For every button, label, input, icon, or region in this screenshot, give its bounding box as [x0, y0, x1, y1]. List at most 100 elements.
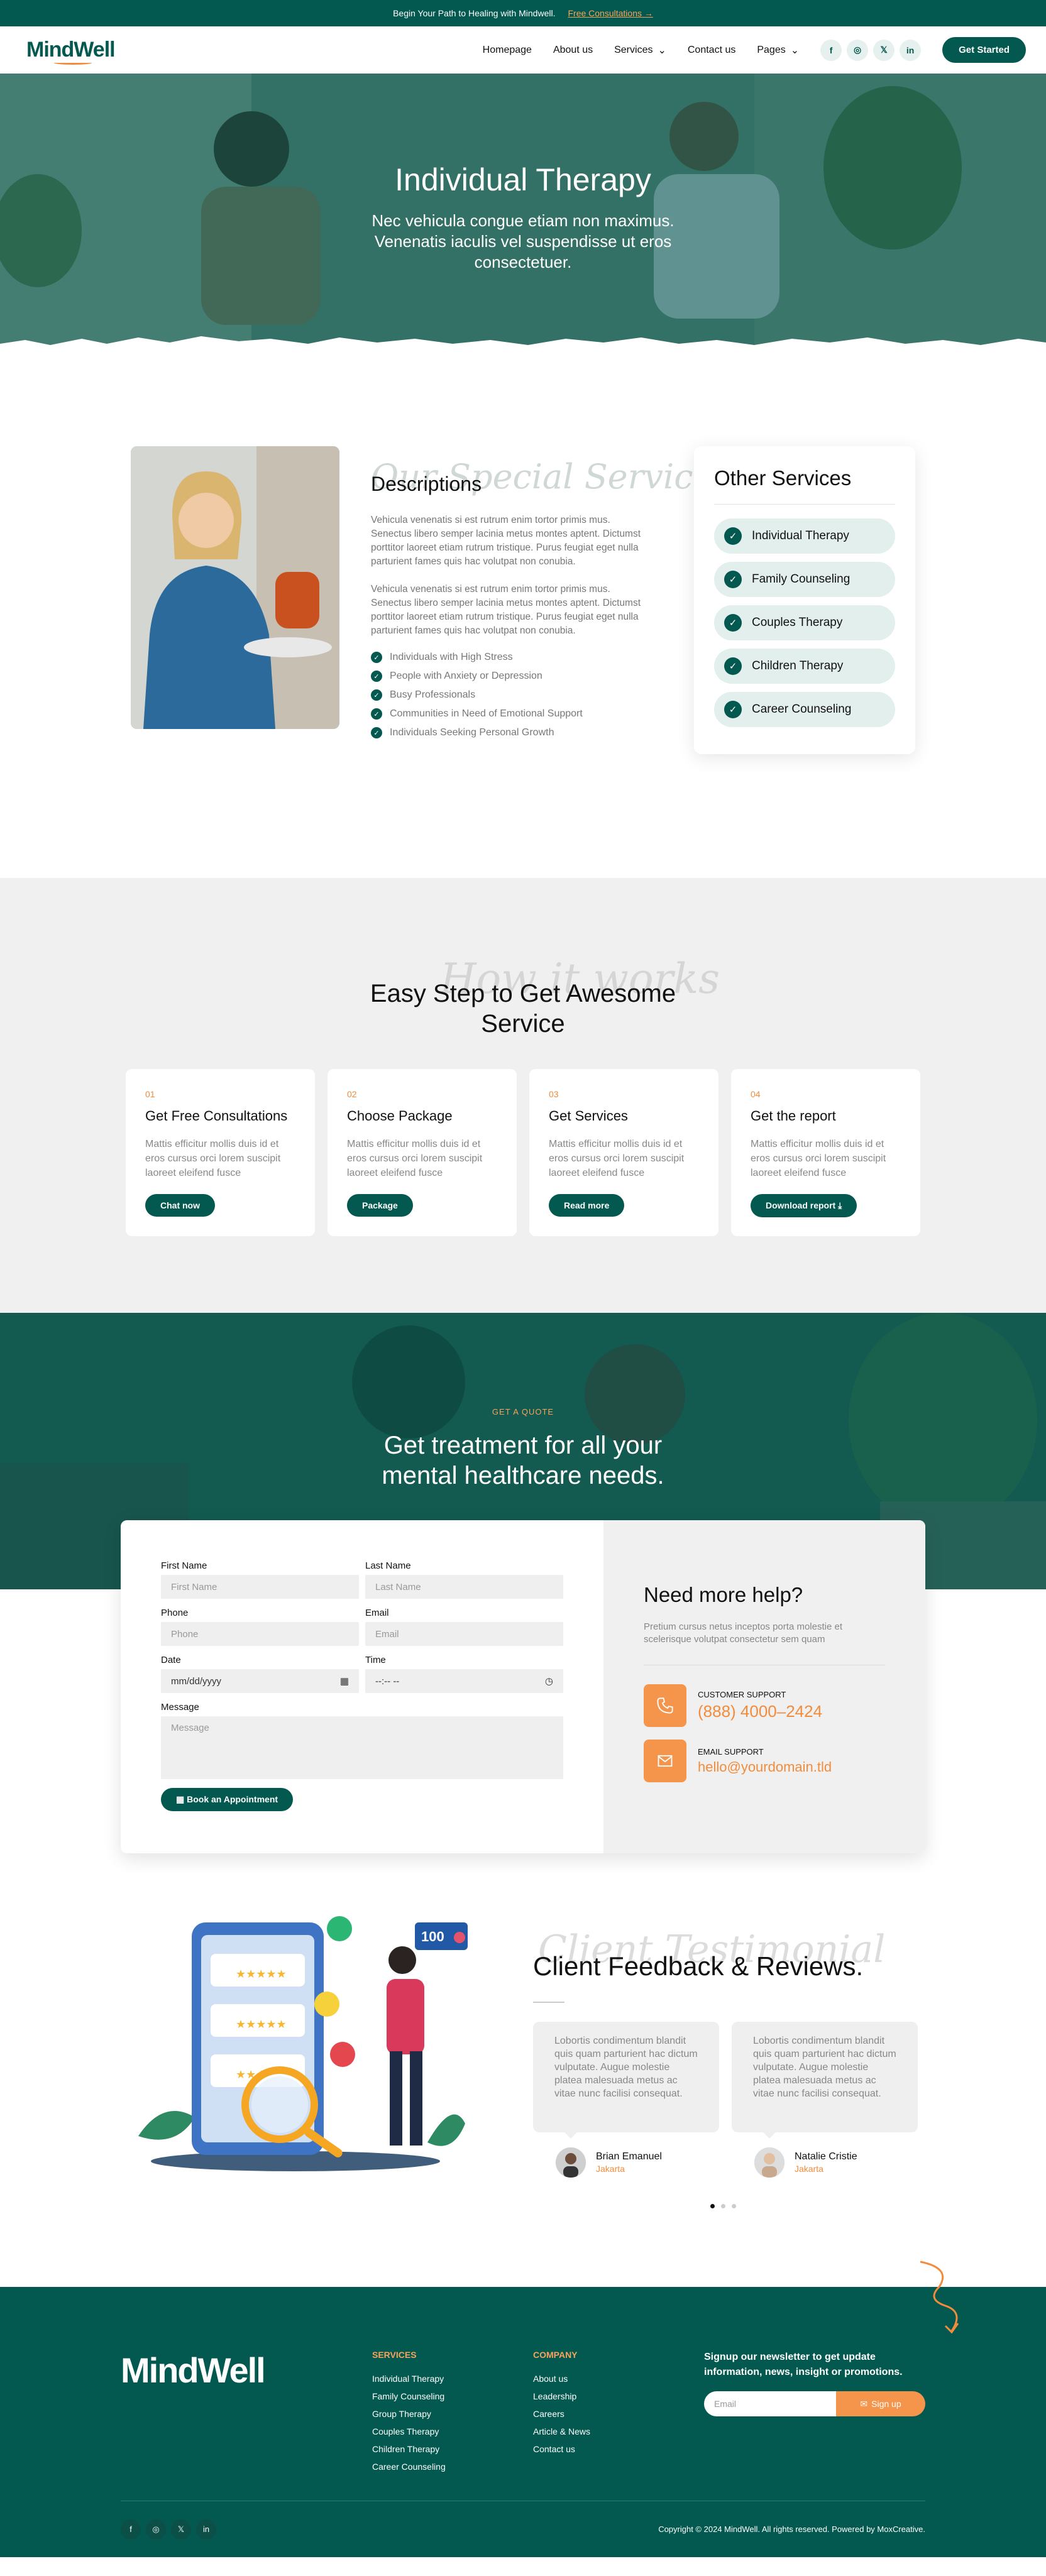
announcement-text: Begin Your Path to Healing with Mindwell…: [393, 8, 556, 18]
quote-tag: GET A QUOTE: [492, 1407, 554, 1417]
steps-title: Easy Step to Get Awesome Service: [370, 980, 676, 1038]
service-item[interactable]: ✓ Children Therapy: [714, 649, 895, 684]
time-field[interactable]: --:-- -- ◷: [365, 1669, 563, 1693]
check-icon: ✓: [724, 527, 742, 545]
quote-section: GET A QUOTE Get treatment for all your m…: [0, 1313, 1046, 1878]
email-field[interactable]: Email: [365, 1622, 563, 1646]
check-icon: ✓: [724, 657, 742, 675]
check-icon: ✓: [371, 708, 382, 720]
copyright: Copyright © 2024 MindWell. All rights re…: [658, 2524, 925, 2534]
first-name-field[interactable]: First Name: [161, 1575, 359, 1599]
newsletter-email-field[interactable]: Email: [704, 2391, 836, 2416]
instagram-icon[interactable]: ◎: [146, 2519, 166, 2540]
footer-link[interactable]: Careers: [533, 2409, 590, 2419]
step-card: 02 Choose Package Mattis efficitur molli…: [328, 1069, 517, 1236]
signup-button[interactable]: ✉ Sign up: [836, 2391, 925, 2416]
check-icon: ✓: [724, 614, 742, 632]
linkedin-icon[interactable]: in: [196, 2519, 216, 2540]
svg-text:★★★★★: ★★★★★: [236, 2018, 287, 2031]
service-item[interactable]: ✓ Family Counseling: [714, 562, 895, 597]
appointment-card: First Name First Name Last Name Last Name …: [121, 1520, 925, 1853]
list-item: ✓ Individuals with High Stress: [371, 652, 647, 663]
check-icon: ✓: [371, 671, 382, 682]
read-more-button[interactable]: Read more: [549, 1194, 625, 1217]
footer-link[interactable]: About us: [533, 2374, 590, 2384]
date-field[interactable]: mm/dd/yyyy ▦: [161, 1669, 359, 1693]
step-cards: 01 Get Free Consultations Mattis efficit…: [126, 1069, 920, 1236]
footer-link[interactable]: Leadership: [533, 2391, 590, 2401]
footer-link[interactable]: Contact us: [533, 2444, 590, 2454]
calendar-icon: ▦: [176, 1794, 185, 1804]
twitter-icon[interactable]: 𝕏: [873, 39, 895, 61]
package-button[interactable]: Package: [347, 1194, 413, 1217]
calendar-icon: ▦: [339, 1676, 349, 1687]
footer-link[interactable]: Group Therapy: [372, 2409, 446, 2419]
footer-logo[interactable]: MindWell: [121, 2350, 266, 2391]
logo[interactable]: MindWell: [26, 38, 116, 65]
quote-title: Get treatment for all your mental health…: [382, 1432, 664, 1489]
facebook-icon[interactable]: f: [820, 39, 842, 61]
phone-icon: [644, 1684, 686, 1727]
check-icon: ✓: [371, 652, 382, 663]
free-consultations-link[interactable]: Free Consultations →: [568, 8, 652, 18]
footer-link[interactable]: Individual Therapy: [372, 2374, 446, 2384]
description-section: Our Special Services Descriptions Vehicu…: [0, 356, 1046, 878]
footer-socials: f ◎ 𝕏 in: [121, 2519, 216, 2540]
carousel-dot[interactable]: [732, 2204, 736, 2208]
book-appointment-button[interactable]: ▦ Book an Appointment: [161, 1788, 294, 1811]
chevron-down-icon: ⌄: [790, 45, 800, 56]
footer-link[interactable]: Children Therapy: [372, 2444, 446, 2454]
testimonial-card: Lobortis condimentum blandit quis quam p…: [533, 2022, 719, 2193]
message-field[interactable]: Message: [161, 1716, 563, 1779]
check-icon: ✓: [371, 689, 382, 701]
svg-text:★★★★★: ★★★★★: [236, 1968, 287, 1980]
footer-link[interactable]: Career Counseling: [372, 2462, 446, 2472]
download-icon: ⤓: [838, 1200, 842, 1210]
footer-bottom: f ◎ 𝕏 in Copyright © 2024 MindWell. All …: [121, 2501, 925, 2557]
help-title: Need more help?: [644, 1583, 803, 1606]
nav-socials: f ◎ 𝕏 in: [820, 39, 922, 61]
carousel-dot[interactable]: [721, 2204, 725, 2208]
footer-link[interactable]: Family Counseling: [372, 2391, 446, 2401]
nav-services[interactable]: Services ⌄: [614, 44, 666, 57]
linkedin-icon[interactable]: in: [900, 39, 922, 61]
nav-pages[interactable]: Pages ⌄: [757, 44, 799, 57]
testimonial-cards: Lobortis condimentum blandit quis quam p…: [533, 2022, 918, 2193]
carousel-dot[interactable]: [710, 2204, 715, 2208]
descriptions-heading: Descriptions: [371, 473, 482, 495]
phone-field[interactable]: Phone: [161, 1622, 359, 1646]
service-item[interactable]: ✓ Couples Therapy: [714, 605, 895, 640]
instagram-icon[interactable]: ◎: [847, 39, 869, 61]
hero-content: Individual Therapy Nec vehicula congue e…: [0, 162, 1046, 273]
facebook-icon[interactable]: f: [121, 2519, 141, 2540]
chevron-down-icon: ⌄: [658, 45, 666, 56]
torn-edge: [0, 336, 1046, 356]
phone-contact[interactable]: CUSTOMER SUPPORT (888) 4000–2424: [644, 1684, 885, 1727]
nav-about[interactable]: About us: [553, 45, 593, 56]
mail-icon: ✉: [860, 2398, 868, 2409]
download-report-button[interactable]: Download report ⤓: [751, 1194, 857, 1217]
footer-company: COMPANY About us Leadership Careers Arti…: [533, 2350, 591, 2454]
audience-list: ✓ Individuals with High Stress ✓ People wi…: [371, 652, 647, 738]
footer-link[interactable]: Article & News: [533, 2426, 590, 2436]
footer-link[interactable]: Couples Therapy: [372, 2426, 446, 2436]
x-icon[interactable]: 𝕏: [171, 2519, 191, 2540]
chat-now-button[interactable]: Chat now: [145, 1194, 215, 1217]
step-card: 03 Get Services Mattis efficitur mollis …: [529, 1069, 718, 1236]
reviews-illustration: ★★★★★ ★★★★★ ★★★ 100: [138, 1916, 468, 2171]
service-item[interactable]: ✓ Individual Therapy: [714, 518, 895, 554]
testimonials-title: Client Feedback & Reviews.: [533, 1951, 864, 1981]
clock-icon: ◷: [544, 1676, 553, 1687]
service-item[interactable]: ✓ Career Counseling: [714, 692, 895, 727]
footer-services: SERVICES Individual Therapy Family Couns…: [372, 2350, 446, 2472]
hero: Individual Therapy Nec vehicula congue e…: [0, 74, 1046, 356]
testimonials-section: ★★★★★ ★★★★★ ★★★ 100 Client Testimonial C…: [0, 1878, 1046, 2237]
email-contact[interactable]: EMAIL SUPPORT hello@yourdomain.tld: [644, 1740, 885, 1782]
other-services-title: Other Services: [714, 466, 895, 505]
last-name-field[interactable]: Last Name: [365, 1575, 563, 1599]
nav-contact[interactable]: Contact us: [688, 45, 735, 56]
get-started-button[interactable]: Get Started: [942, 37, 1026, 63]
announcement-bar: Begin Your Path to Healing with Mindwell…: [0, 0, 1046, 26]
appointment-form: First Name First Name Last Name Last Name …: [121, 1520, 603, 1853]
nav-homepage[interactable]: Homepage: [483, 45, 532, 56]
